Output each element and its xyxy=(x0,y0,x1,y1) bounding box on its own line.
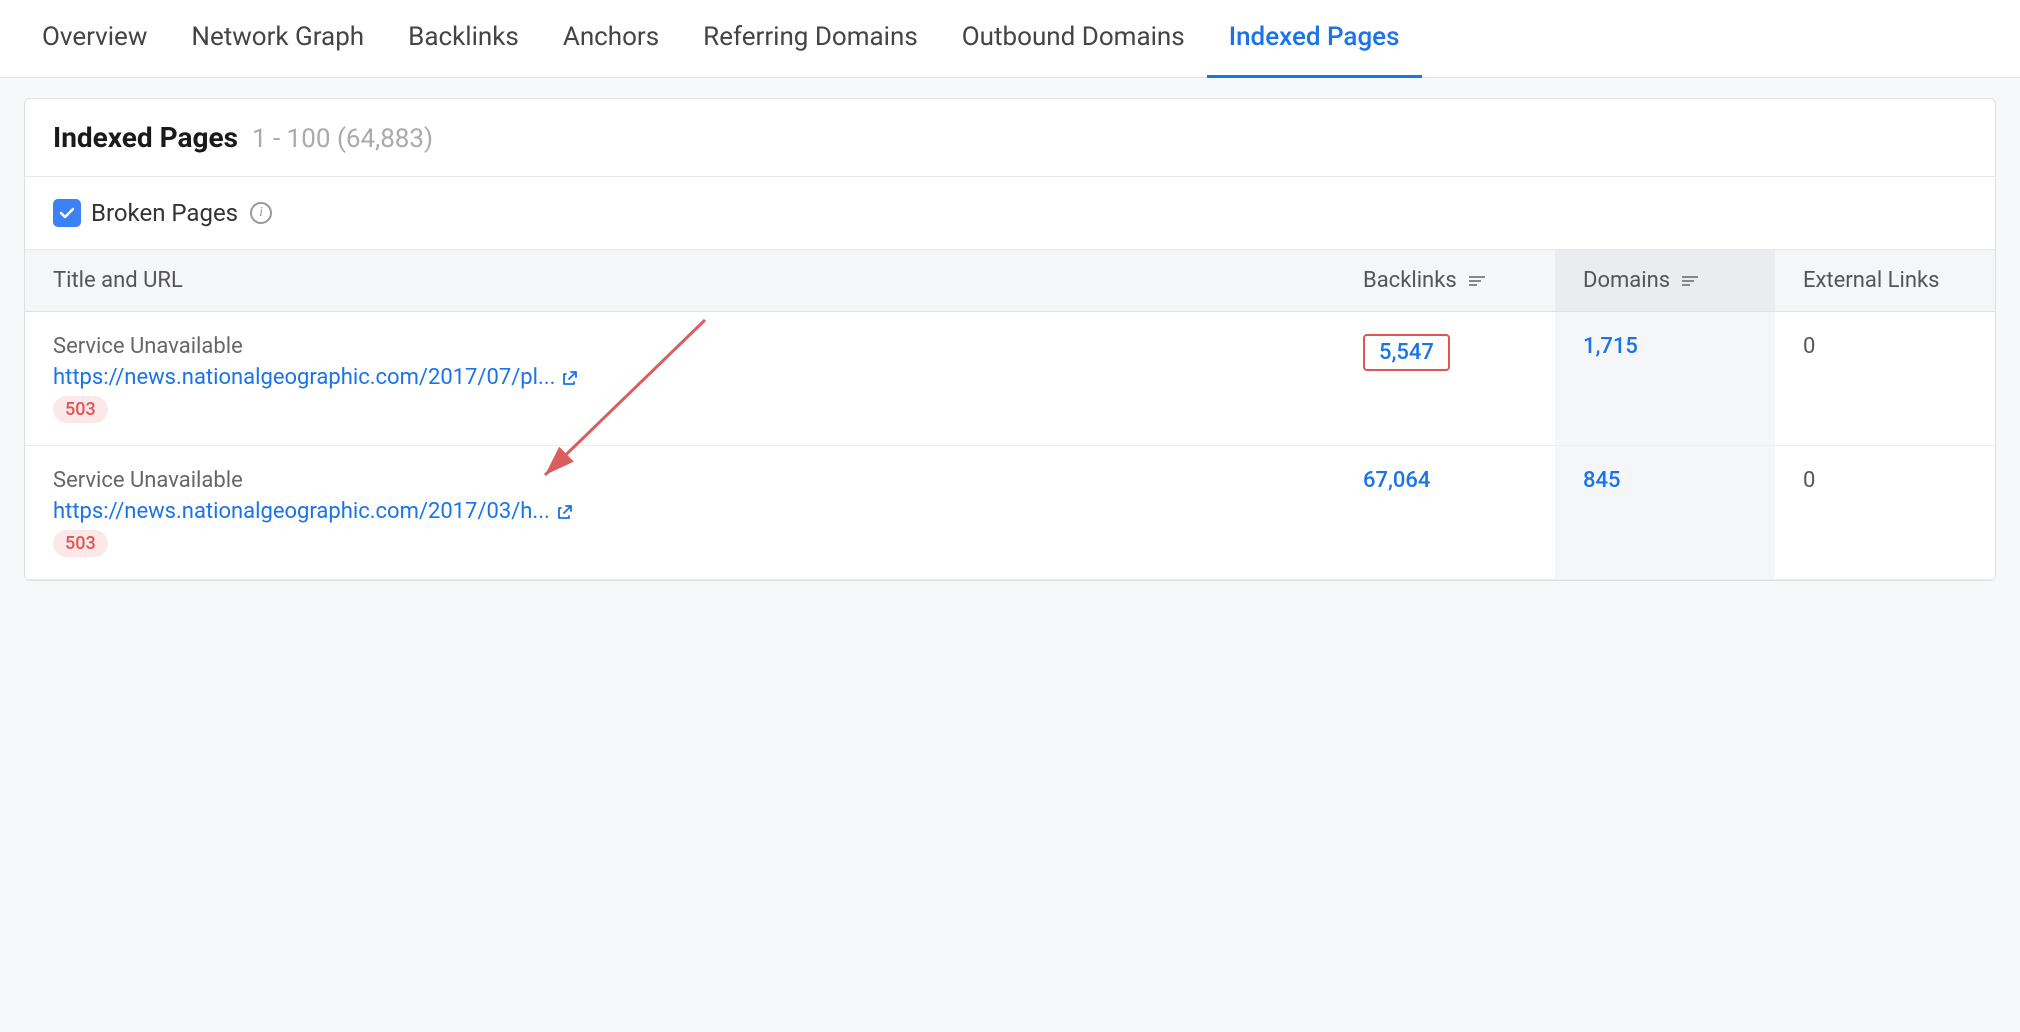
td-external-1: 0 xyxy=(1775,312,1995,445)
table-header: Title and URL Backlinks Domains External… xyxy=(25,250,1995,312)
domains-value-2: 845 xyxy=(1583,468,1621,493)
th-backlinks[interactable]: Backlinks xyxy=(1335,250,1555,311)
backlinks-value-1: 5,547 xyxy=(1363,334,1450,371)
page-title-text-1: Service Unavailable xyxy=(53,334,1307,359)
indexed-pages-card: Indexed Pages 1 - 100 (64,883) Broken Pa… xyxy=(24,98,1996,581)
status-badge-2: 503 xyxy=(53,530,108,557)
external-link-icon-1[interactable] xyxy=(561,369,579,387)
sort-icon-backlinks xyxy=(1469,276,1485,286)
external-link-icon-2[interactable] xyxy=(556,503,574,521)
td-title-url-1: Service Unavailable https://news.nationa… xyxy=(25,312,1335,445)
table-row: Service Unavailable https://news.nationa… xyxy=(25,446,1995,580)
nav-item-referring-domains[interactable]: Referring Domains xyxy=(681,0,940,78)
backlinks-value-2: 67,064 xyxy=(1363,468,1430,493)
info-icon[interactable]: i xyxy=(250,202,272,224)
title-cell-2: Service Unavailable https://news.nationa… xyxy=(53,468,1307,557)
sort-icon-domains xyxy=(1682,276,1698,286)
broken-pages-filter[interactable]: Broken Pages xyxy=(53,199,238,227)
page-url-1[interactable]: https://news.nationalgeographic.com/2017… xyxy=(53,365,1307,390)
nav-item-network-graph[interactable]: Network Graph xyxy=(169,0,386,78)
nav-item-overview[interactable]: Overview xyxy=(20,0,169,78)
td-external-2: 0 xyxy=(1775,446,1995,579)
nav-item-backlinks[interactable]: Backlinks xyxy=(386,0,541,78)
th-title-url: Title and URL xyxy=(25,250,1335,311)
td-backlinks-2: 67,064 xyxy=(1335,446,1555,579)
page-title: Indexed Pages xyxy=(53,121,238,154)
nav-item-outbound-domains[interactable]: Outbound Domains xyxy=(940,0,1207,78)
domains-value-1: 1,715 xyxy=(1583,334,1638,359)
page-url-2[interactable]: https://news.nationalgeographic.com/2017… xyxy=(53,499,1307,524)
status-badge-1: 503 xyxy=(53,396,108,423)
table-container: Title and URL Backlinks Domains External… xyxy=(25,250,1995,580)
td-backlinks-1: 5,547 xyxy=(1335,312,1555,445)
td-title-url-2: Service Unavailable https://news.nationa… xyxy=(25,446,1335,579)
td-domains-2: 845 xyxy=(1555,446,1775,579)
broken-pages-checkbox[interactable] xyxy=(53,199,81,227)
card-header: Indexed Pages 1 - 100 (64,883) xyxy=(25,99,1995,177)
broken-pages-label: Broken Pages xyxy=(91,199,238,227)
th-external-links: External Links xyxy=(1775,250,1995,311)
external-value-2: 0 xyxy=(1803,468,1815,493)
filter-row: Broken Pages i xyxy=(25,177,1995,250)
th-domains[interactable]: Domains xyxy=(1555,250,1775,311)
page-subtitle: 1 - 100 (64,883) xyxy=(252,124,433,154)
main-content: Indexed Pages 1 - 100 (64,883) Broken Pa… xyxy=(0,78,2020,601)
nav-item-indexed-pages[interactable]: Indexed Pages xyxy=(1207,0,1422,78)
table-row: Service Unavailable https://news.nationa… xyxy=(25,312,1995,446)
external-value-1: 0 xyxy=(1803,334,1815,359)
page-title-text-2: Service Unavailable xyxy=(53,468,1307,493)
nav-bar: Overview Network Graph Backlinks Anchors… xyxy=(0,0,2020,78)
nav-item-anchors[interactable]: Anchors xyxy=(541,0,681,78)
td-domains-1: 1,715 xyxy=(1555,312,1775,445)
title-cell-1: Service Unavailable https://news.nationa… xyxy=(53,334,1307,423)
